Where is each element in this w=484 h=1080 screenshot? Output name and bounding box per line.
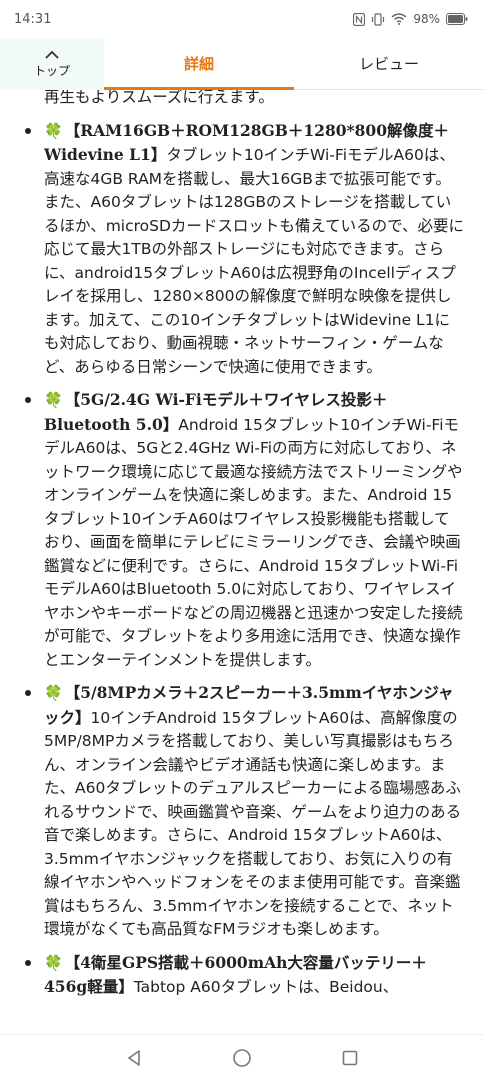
back-to-top-label: トップ (33, 63, 70, 78)
nav-home-button[interactable] (222, 1038, 262, 1078)
product-description[interactable]: 再生もよりスムーズに行えます。 🍀 【RAM16GB＋ROM128GB＋1280*… (0, 90, 484, 1034)
tab-bar: トップ 詳細 レビュー (0, 38, 484, 90)
list-item: 🍀 【5G/2.4G Wi-Fiモデル＋ワイヤレス投影＋Bluetooth 5.0… (0, 388, 484, 672)
tab-reviews[interactable]: レビュー (294, 38, 484, 89)
tab-reviews-label: レビュー (358, 55, 419, 73)
tab-details[interactable]: 詳細 (104, 38, 294, 90)
chevron-up-icon (45, 50, 59, 59)
nav-recents-button[interactable] (330, 1038, 370, 1078)
bullet-dot (25, 397, 31, 403)
nfc-icon (353, 12, 366, 26)
continuation-text: 再生もよりスムーズに行えます。 (44, 90, 274, 106)
list-item: 🍀 【5/8MPカメラ＋2スピーカー＋3.5mmイヤホンジャック】10インチAnd… (0, 681, 484, 942)
clover-icon: 🍀 (44, 391, 63, 409)
clover-icon: 🍀 (44, 684, 63, 702)
list-item: 🍀 【4衛星GPS搭載＋6000mAh大容量バッテリー＋456g軽量】Tabtop… (0, 951, 484, 1000)
battery-percent: 98% (413, 12, 440, 26)
system-nav-bar (0, 1034, 484, 1080)
back-to-top-button[interactable]: トップ (0, 38, 104, 90)
vibrate-icon (372, 12, 385, 26)
bullet-body: タブレット10インチWi-FiモデルA60は、高速な4GB RAMを搭載し、最大… (44, 146, 465, 376)
home-circle-icon (233, 1048, 251, 1067)
bullet-dot (25, 959, 31, 966)
list-item: 🍀 【RAM16GB＋ROM128GB＋1280*800解像度＋Widevine … (0, 119, 484, 380)
recents-square-icon (342, 1050, 358, 1065)
tab-details-label: 詳細 (183, 55, 214, 73)
bullet-body: Android 15タブレット10インチWi-FiモデルA60は、5Gと2.4G… (44, 415, 463, 669)
back-triangle-icon (128, 1049, 140, 1066)
clover-icon: 🍀 (44, 953, 63, 972)
nav-back-button[interactable] (114, 1038, 154, 1078)
bullet-dot (25, 127, 31, 134)
status-time: 14:31 (14, 11, 52, 27)
status-bar: 14:31 98% (0, 0, 484, 38)
bullet-body: 10インチAndroid 15タブレットA60は、高解像度の5MP/8MPカメラ… (44, 708, 462, 939)
battery-icon (446, 13, 468, 25)
clover-icon: 🍀 (44, 121, 63, 140)
bullet-body: Tabtop A60タブレットは、Beidou、 (133, 978, 399, 996)
wifi-icon (391, 13, 407, 25)
bullet-dot (25, 690, 31, 696)
status-icons: 98% (353, 12, 468, 26)
